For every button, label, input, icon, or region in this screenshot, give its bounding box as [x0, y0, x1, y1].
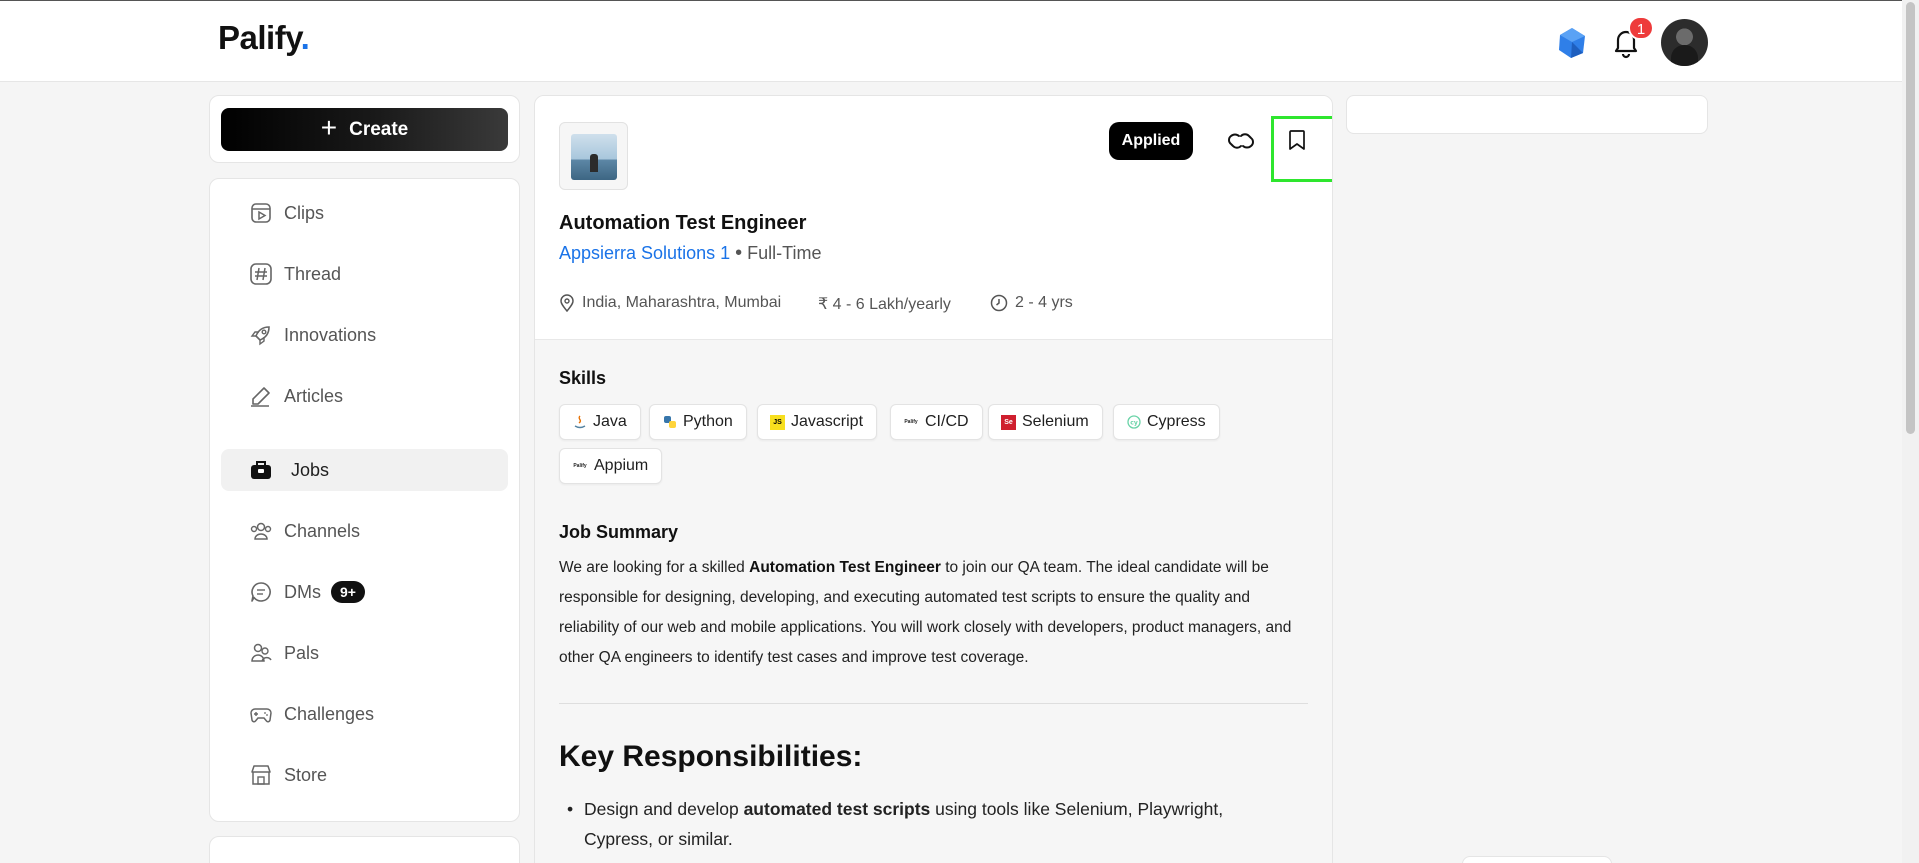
cypress-icon: cy	[1126, 415, 1141, 430]
right-panel-card	[1346, 95, 1708, 134]
gamepad-icon	[249, 702, 273, 726]
scrollbar-thumb[interactable]	[1906, 2, 1915, 434]
store-icon	[249, 763, 273, 787]
skill-chip-cypress: cy Cypress	[1113, 404, 1220, 440]
skill-chip-python: Python	[649, 404, 747, 440]
job-summary-text: We are looking for a skilled Automation …	[559, 559, 1292, 666]
sidebar-item-jobs[interactable]: Jobs	[221, 449, 508, 491]
notification-badge: 1	[1628, 16, 1654, 40]
job-location: India, Maharashtra, Mumbai	[559, 294, 781, 312]
sidebar-item-articles[interactable]: Articles	[221, 375, 508, 417]
javascript-icon: JS	[770, 414, 785, 430]
create-button[interactable]: + Create	[221, 108, 508, 151]
sidebar-item-clips[interactable]: Clips	[221, 192, 508, 234]
job-detail-card: Applied Automation Test Engineer Appsier…	[534, 95, 1333, 863]
location-pin-icon	[560, 294, 574, 312]
applied-button[interactable]: Applied	[1109, 122, 1193, 160]
sidebar-item-channels[interactable]: Channels	[221, 510, 508, 552]
pals-icon	[249, 641, 273, 665]
palify-mini-icon: Palify	[573, 463, 587, 469]
skill-chip-java: Java	[559, 404, 641, 440]
gem-icon[interactable]	[1556, 26, 1588, 60]
job-subtitle: Appsierra Solutions 1 • Full-Time	[559, 242, 822, 264]
bookmark-highlight-box	[1271, 116, 1332, 182]
chat-icon	[249, 580, 273, 604]
clips-icon	[249, 201, 273, 225]
sidebar-item-dms[interactable]: DMs 9+	[221, 571, 508, 613]
job-header: Applied Automation Test Engineer Appsier…	[535, 96, 1332, 340]
list-item: Design and develop automated test script…	[559, 794, 1279, 854]
create-card: + Create	[209, 95, 520, 163]
palify-mini-icon: Palify	[904, 419, 918, 425]
rocket-icon	[249, 323, 273, 347]
sidebar-bottom-card	[209, 836, 520, 863]
clock-icon	[990, 294, 1008, 312]
skill-chip-selenium: Se Selenium	[988, 404, 1103, 440]
sidebar-item-thread[interactable]: Thread	[221, 253, 508, 295]
sidebar-item-innovations[interactable]: Innovations	[221, 314, 508, 356]
briefcase-icon	[249, 458, 273, 482]
job-salary: ₹ 4 - 6 Lakh/yearly	[818, 296, 951, 313]
sidebar-item-pals[interactable]: Pals	[221, 632, 508, 674]
link-icon[interactable]	[1227, 129, 1255, 153]
sidebar-item-challenges[interactable]: Challenges	[221, 693, 508, 735]
top-bar: Palify. 1	[0, 0, 1919, 82]
hashtag-icon	[249, 262, 273, 286]
dm-count-badge: 9+	[331, 581, 365, 603]
people-icon	[249, 519, 273, 543]
responsibilities-heading: Key Responsibilities:	[559, 740, 863, 773]
page-scrollbar[interactable]	[1902, 0, 1919, 863]
right-bottom-card	[1462, 856, 1612, 863]
job-summary-heading: Job Summary	[559, 522, 679, 542]
palify-logo[interactable]: Palify.	[218, 19, 310, 57]
company-link[interactable]: Appsierra Solutions 1	[559, 243, 730, 263]
sidebar-nav: Clips Thread Innovations Articles Jobs C…	[209, 178, 520, 822]
skills-heading: Skills	[559, 368, 607, 388]
sidebar-item-store[interactable]: Store	[221, 754, 508, 796]
plus-icon: +	[320, 112, 338, 143]
skill-chip-javascript: JS Javascript	[757, 404, 878, 440]
divider	[559, 703, 1308, 704]
job-title: Automation Test Engineer	[559, 212, 807, 234]
pencil-icon	[249, 384, 273, 408]
job-type: Full-Time	[747, 243, 822, 263]
java-icon	[572, 415, 587, 430]
svg-text:cy: cy	[1130, 419, 1138, 426]
company-logo	[559, 122, 628, 190]
user-avatar[interactable]	[1661, 19, 1708, 66]
job-experience: 2 - 4 yrs	[990, 294, 1073, 312]
selenium-icon: Se	[1001, 414, 1016, 430]
skill-chip-cicd: Palify CI/CD	[890, 404, 983, 440]
python-icon	[662, 415, 677, 430]
skill-chip-appium: Palify Appium	[559, 448, 663, 484]
